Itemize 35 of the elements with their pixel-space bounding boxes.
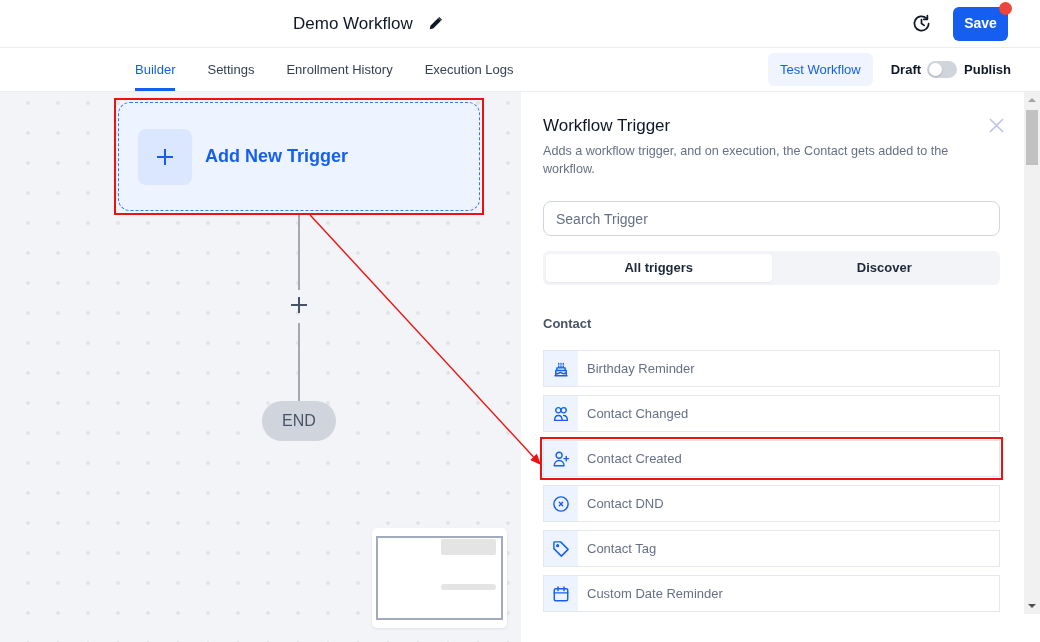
workflow-title: Demo Workflow (293, 13, 413, 34)
trigger-item[interactable]: Contact Tag (543, 530, 1000, 567)
trigger-item[interactable]: Contact Created (543, 440, 1000, 477)
nav-tab[interactable]: Execution Logs (424, 48, 514, 91)
trigger-item[interactable]: Contact Changed (543, 395, 1000, 432)
search-field[interactable]: Search Trigger (543, 201, 1000, 236)
add-trigger-node[interactable]: Add New Trigger (118, 102, 480, 211)
nav-tab[interactable]: Settings (207, 48, 255, 91)
save-button[interactable]: Save (953, 6, 1008, 41)
trigger-item[interactable]: Contact DND (543, 485, 1000, 522)
circle-x-icon (552, 494, 570, 513)
toggle-label: Publish (964, 60, 1011, 79)
plus-icon (138, 128, 192, 185)
toggle-label: Draft (890, 60, 922, 79)
add-step-icon[interactable] (291, 297, 307, 313)
filter-tab[interactable]: Discover (771, 254, 997, 282)
nav-tab[interactable]: Enrollment History (286, 48, 393, 91)
history-icon[interactable] (912, 14, 931, 33)
publish-toggle[interactable] (927, 61, 958, 78)
panel-title: Workflow Trigger (543, 116, 671, 136)
tag-icon (552, 539, 570, 558)
trigger-item[interactable]: Birthday Reminder (543, 350, 1000, 387)
scrollbar[interactable] (1024, 92, 1040, 614)
pencil-icon[interactable] (428, 17, 442, 30)
test-workflow-button[interactable]: Test Workflow (768, 53, 873, 86)
section-heading: Contact (543, 316, 593, 332)
minimap[interactable] (372, 528, 507, 628)
calendar-icon (552, 584, 570, 603)
users-icon (552, 404, 570, 423)
user-plus-icon (552, 449, 570, 468)
trigger-item[interactable]: Custom Date Reminder (543, 575, 1000, 612)
close-icon[interactable] (989, 118, 1004, 133)
filter-tab[interactable]: All triggers (546, 254, 772, 282)
end-node: END (262, 401, 336, 441)
panel-description: Adds a workflow trigger, and on execution, the Contact gets added to the workflow. (543, 143, 950, 178)
